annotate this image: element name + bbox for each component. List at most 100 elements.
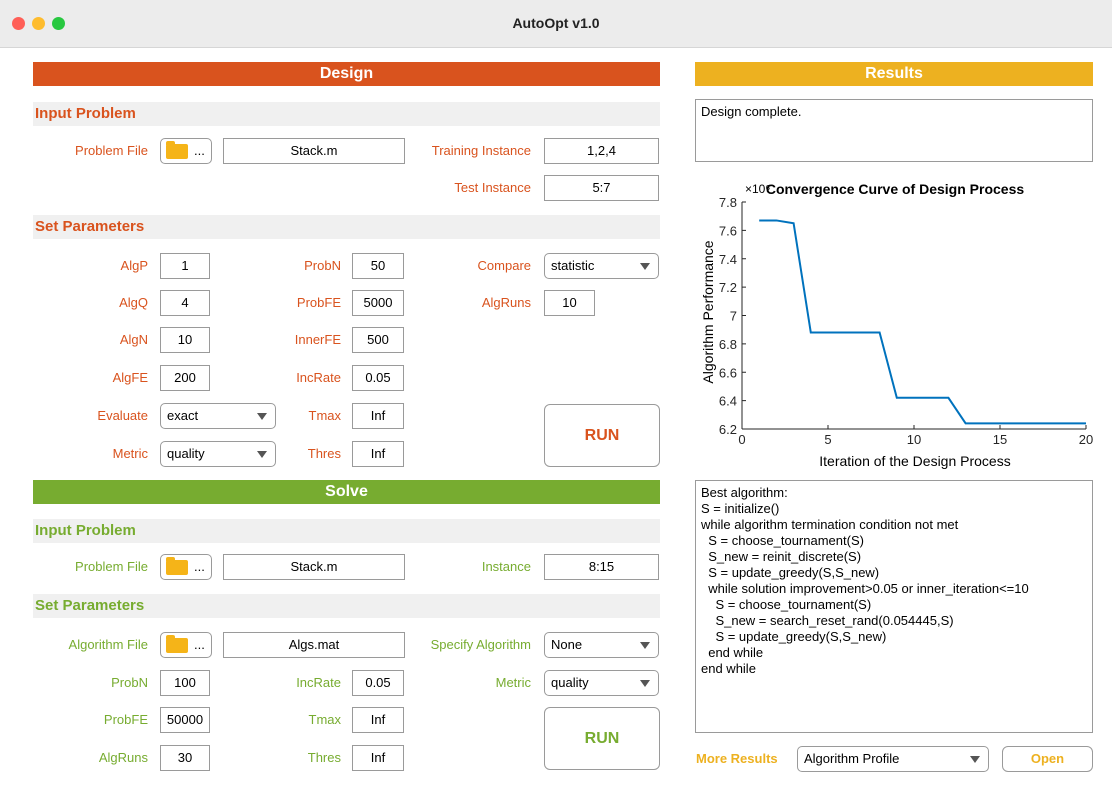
test-instance-field[interactable]: 5:7 bbox=[544, 175, 659, 201]
solve-tmax-label: Tmax bbox=[308, 712, 342, 727]
design-problem-file-browse-button[interactable]: ... bbox=[160, 138, 212, 164]
x-tick-label: 10 bbox=[907, 432, 921, 447]
thres-field[interactable]: Inf bbox=[352, 441, 404, 467]
metric-label: Metric bbox=[112, 446, 148, 461]
solve-probn-label: ProbN bbox=[111, 675, 148, 690]
algruns-field[interactable]: 10 bbox=[544, 290, 595, 316]
status-textbox[interactable]: Design complete. bbox=[695, 99, 1093, 162]
solve-metric-label: Metric bbox=[495, 675, 531, 690]
design-set-parameters-title: Set Parameters bbox=[33, 215, 660, 239]
design-problem-file-label: Problem File bbox=[75, 143, 148, 158]
solve-probn-field[interactable]: 100 bbox=[160, 670, 210, 696]
probn-label: ProbN bbox=[304, 258, 341, 273]
algp-field[interactable]: 1 bbox=[160, 253, 210, 279]
algruns-label: AlgRuns bbox=[481, 295, 531, 310]
algorithm-file-label: Algorithm File bbox=[68, 637, 148, 652]
x-tick-label: 0 bbox=[738, 432, 745, 447]
open-button[interactable]: Open bbox=[1002, 746, 1093, 772]
chart-title: Convergence Curve of Design Process bbox=[766, 181, 1025, 197]
solve-algruns-label: AlgRuns bbox=[98, 750, 148, 765]
y-axis-label: Algorithm Performance bbox=[700, 240, 716, 383]
algq-field[interactable]: 4 bbox=[160, 290, 210, 316]
incrate-field[interactable]: 0.05 bbox=[352, 365, 404, 391]
solve-input-problem-title: Input Problem bbox=[33, 519, 660, 543]
y-tick-label: 6.8 bbox=[719, 337, 737, 352]
folder-icon bbox=[166, 635, 188, 653]
design-header: Design bbox=[33, 62, 660, 86]
solve-problem-file-field[interactable]: Stack.m bbox=[223, 554, 405, 580]
solve-probfe-label: ProbFE bbox=[103, 712, 148, 727]
solve-algruns-field[interactable]: 30 bbox=[160, 745, 210, 771]
solve-thres-field[interactable]: Inf bbox=[352, 745, 404, 771]
chevron-down-icon bbox=[970, 756, 980, 763]
incrate-label: IncRate bbox=[296, 370, 341, 385]
design-problem-file-field[interactable]: Stack.m bbox=[223, 138, 405, 164]
y-tick-label: 6.2 bbox=[719, 422, 737, 437]
tmax-field[interactable]: Inf bbox=[352, 403, 404, 429]
algfe-label: AlgFE bbox=[112, 370, 148, 385]
innerfe-label: InnerFE bbox=[294, 332, 341, 347]
design-run-button[interactable]: RUN bbox=[544, 404, 660, 467]
series-line bbox=[759, 219, 1086, 425]
y-tick-label: 7.6 bbox=[719, 223, 737, 238]
y-tick-label: 6.6 bbox=[719, 365, 737, 380]
window-title: AutoOpt v1.0 bbox=[512, 15, 600, 31]
algfe-field[interactable]: 200 bbox=[160, 365, 210, 391]
x-axis-label: Iteration of the Design Process bbox=[819, 453, 1010, 469]
tmax-label: Tmax bbox=[308, 408, 342, 423]
results-header: Results bbox=[695, 62, 1093, 86]
specify-algorithm-label: Specify Algorithm bbox=[430, 637, 531, 652]
training-instance-label: Training Instance bbox=[431, 143, 531, 158]
chevron-down-icon bbox=[640, 642, 650, 649]
innerfe-field[interactable]: 500 bbox=[352, 327, 404, 353]
chevron-down-icon bbox=[640, 680, 650, 687]
metric-dropdown[interactable]: quality bbox=[160, 441, 276, 467]
algorithm-file-browse-button[interactable]: ... bbox=[160, 632, 212, 658]
evaluate-label: Evaluate bbox=[97, 408, 148, 423]
chart-series bbox=[759, 219, 1086, 425]
y-tick-label: 6.4 bbox=[719, 394, 737, 409]
x-tick-label: 5 bbox=[824, 432, 831, 447]
solve-problem-file-browse-button[interactable]: ... bbox=[160, 554, 212, 580]
solve-incrate-field[interactable]: 0.05 bbox=[352, 670, 404, 696]
solve-header: Solve bbox=[33, 480, 660, 504]
y-tick-label: 7.8 bbox=[719, 195, 737, 210]
thres-label: Thres bbox=[307, 446, 341, 461]
evaluate-dropdown[interactable]: exact bbox=[160, 403, 276, 429]
probfe-field[interactable]: 5000 bbox=[352, 290, 404, 316]
instance-label: Instance bbox=[481, 559, 531, 574]
solve-metric-dropdown[interactable]: quality bbox=[544, 670, 659, 696]
solve-thres-label: Thres bbox=[307, 750, 341, 765]
algn-label: AlgN bbox=[119, 332, 148, 347]
algorithm-file-field[interactable]: Algs.mat bbox=[223, 632, 405, 658]
x-tick-label: 20 bbox=[1079, 432, 1093, 447]
probn-field[interactable]: 50 bbox=[352, 253, 404, 279]
specify-algorithm-dropdown[interactable]: None bbox=[544, 632, 659, 658]
solve-incrate-label: IncRate bbox=[296, 675, 341, 690]
test-instance-label: Test Instance bbox=[454, 180, 531, 195]
algn-field[interactable]: 10 bbox=[160, 327, 210, 353]
y-exponent-label: ×10⁶ bbox=[745, 182, 770, 196]
solve-probfe-field[interactable]: 50000 bbox=[160, 707, 210, 733]
algq-label: AlgQ bbox=[119, 295, 148, 310]
more-results-label: More Results bbox=[696, 751, 778, 766]
compare-dropdown[interactable]: statistic bbox=[544, 253, 659, 279]
chart-axes bbox=[741, 202, 1086, 430]
folder-icon bbox=[166, 141, 188, 159]
compare-label: Compare bbox=[477, 258, 531, 273]
y-tick-label: 7 bbox=[730, 309, 737, 324]
algp-label: AlgP bbox=[120, 258, 148, 273]
instance-field[interactable]: 8:15 bbox=[544, 554, 659, 580]
x-tick-label: 15 bbox=[993, 432, 1007, 447]
y-tick-label: 7.2 bbox=[719, 280, 737, 295]
more-results-dropdown[interactable]: Algorithm Profile bbox=[797, 746, 989, 772]
solve-tmax-field[interactable]: Inf bbox=[352, 707, 404, 733]
design-input-problem-title: Input Problem bbox=[33, 102, 660, 126]
solve-run-button[interactable]: RUN bbox=[544, 707, 660, 770]
solve-problem-file-label: Problem File bbox=[75, 559, 148, 574]
convergence-chart: Convergence Curve of Design Process ×10⁶… bbox=[700, 181, 1093, 469]
training-instance-field[interactable]: 1,2,4 bbox=[544, 138, 659, 164]
probfe-label: ProbFE bbox=[296, 295, 341, 310]
algorithm-output-textbox[interactable]: Best algorithm: S = initialize() while a… bbox=[695, 480, 1093, 733]
chevron-down-icon bbox=[640, 263, 650, 270]
